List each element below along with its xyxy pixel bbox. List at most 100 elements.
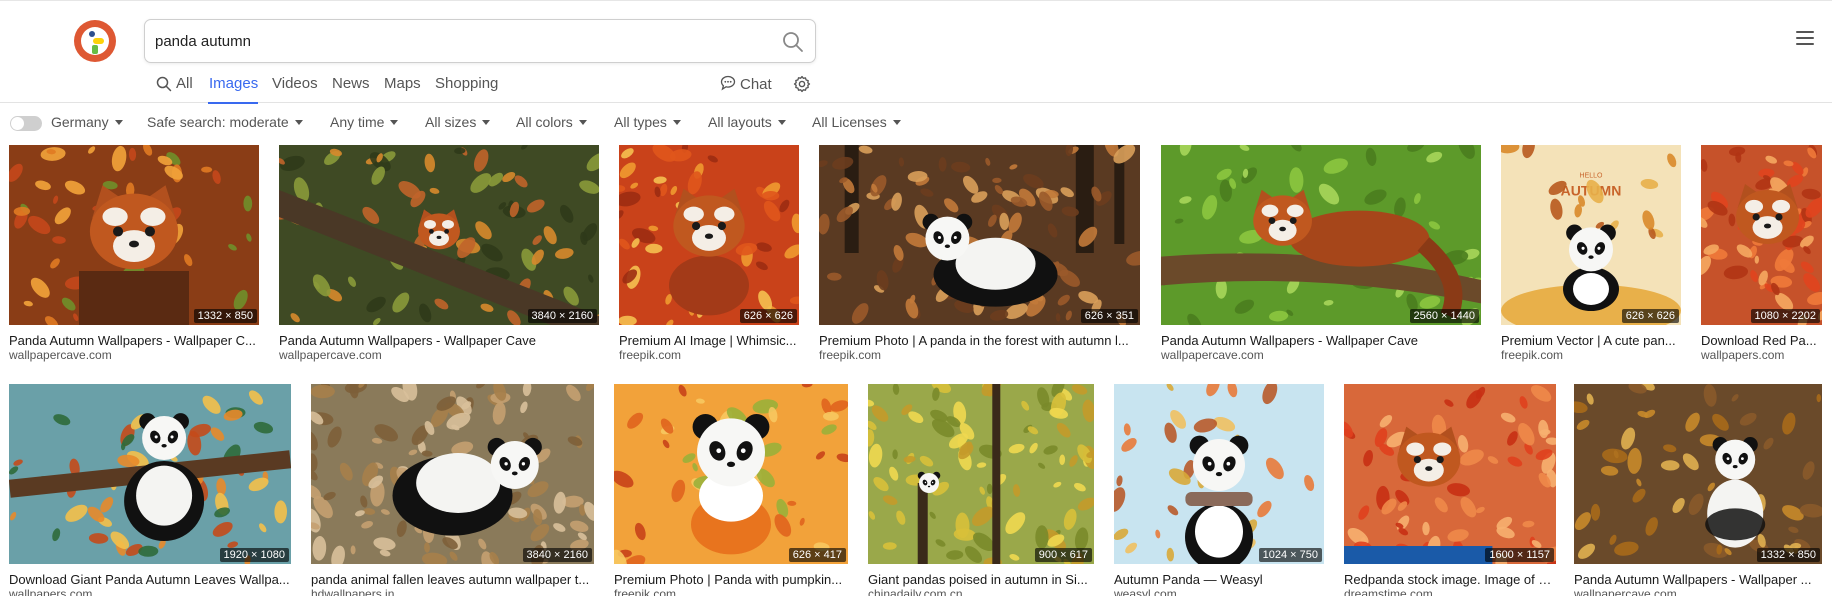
result-source[interactable]: hdwallpapers.in [311, 587, 594, 596]
result-thumbnail[interactable]: 900 × 617 [868, 384, 1094, 564]
result-thumbnail[interactable]: 626 × 417 [614, 384, 848, 564]
result-source[interactable]: freepik.com [819, 348, 1140, 362]
color-filter[interactable]: All colors [516, 114, 587, 130]
active-tab-indicator [208, 102, 258, 104]
result-thumbnail[interactable]: 3840 × 2160 [311, 384, 594, 564]
result-title[interactable]: Panda Autumn Wallpapers - Wallpaper Cave [1161, 333, 1481, 348]
image-dimensions-badge: 3840 × 2160 [527, 309, 597, 323]
duckduckgo-logo[interactable] [74, 20, 116, 62]
result-title[interactable]: Redpanda stock image. Image of a... [1344, 572, 1556, 587]
result-title[interactable]: Premium Vector | A cute pan... [1501, 333, 1681, 348]
safe-search-filter[interactable]: Safe search: moderate [147, 114, 303, 130]
image-dimensions-badge: 3840 × 2160 [522, 548, 592, 562]
result-source[interactable]: wallpapercave.com [9, 348, 259, 362]
safe-search-label: Safe search: moderate [147, 114, 289, 130]
size-filter[interactable]: All sizes [425, 114, 491, 130]
tab-all[interactable]: All [176, 75, 193, 92]
result-thumbnail[interactable]: 1024 × 750 [1114, 384, 1324, 564]
tab-images[interactable]: Images [209, 75, 258, 92]
result-source[interactable]: wallpapercave.com [1574, 587, 1822, 596]
tab-shopping[interactable]: Shopping [435, 75, 498, 92]
chat-bubble-icon [720, 75, 736, 91]
result-title[interactable]: Panda Autumn Wallpapers - Wallpaper ... [1574, 572, 1822, 587]
chevron-down-icon [390, 120, 399, 125]
image-result[interactable]: 3840 × 2160 Panda Autumn Wallpapers - Wa… [279, 145, 599, 365]
region-filter[interactable]: Germany [51, 114, 123, 130]
image-result[interactable]: 626 × 626 Premium AI Image | Whimsic... … [619, 145, 799, 365]
result-title[interactable]: Download Red Pa... [1701, 333, 1822, 348]
result-thumbnail[interactable]: 626 × 626 [619, 145, 799, 325]
chat-link[interactable]: Chat [720, 75, 772, 93]
search-icon[interactable] [781, 30, 805, 54]
filter-bar: Germany Safe search: moderate Any time A… [0, 112, 1832, 134]
result-source[interactable]: wallpapercave.com [279, 348, 599, 362]
result-source[interactable]: dreamstime.com [1344, 587, 1556, 596]
logo-eye [89, 31, 95, 37]
search-input[interactable] [155, 29, 755, 53]
image-result[interactable]: 626 × 417 Premium Photo | Panda with pum… [614, 384, 848, 596]
chevron-down-icon [578, 120, 587, 125]
result-source[interactable]: wallpapers.com [9, 587, 291, 596]
image-result[interactable]: 1080 × 2202 Download Red Pa... wallpaper… [1701, 145, 1822, 365]
result-title[interactable]: panda animal fallen leaves autumn wallpa… [311, 572, 594, 587]
size-filter-label: All sizes [425, 114, 477, 130]
image-dimensions-badge: 626 × 626 [739, 309, 797, 323]
license-filter-label: All Licenses [812, 114, 887, 130]
result-title[interactable]: Autumn Panda — Weasyl [1114, 572, 1324, 587]
chevron-down-icon [892, 120, 901, 125]
image-result[interactable]: 3840 × 2160 panda animal fallen leaves a… [311, 384, 594, 596]
result-title[interactable]: Panda Autumn Wallpapers - Wallpaper C... [9, 333, 259, 348]
chevron-down-icon [482, 120, 491, 125]
image-result[interactable]: 1332 × 850 Panda Autumn Wallpapers - Wal… [1574, 384, 1822, 596]
result-thumbnail[interactable]: 1920 × 1080 [9, 384, 291, 564]
result-title[interactable]: Premium Photo | Panda with pumpkin... [614, 572, 848, 587]
time-filter[interactable]: Any time [330, 114, 399, 130]
result-source[interactable]: freepik.com [614, 587, 848, 596]
logo-beak [93, 38, 104, 44]
result-thumbnail[interactable]: 1332 × 850 [9, 145, 259, 325]
result-thumbnail[interactable]: 1600 × 1157 [1344, 384, 1556, 564]
result-source[interactable]: wallpapercave.com [1161, 348, 1481, 362]
tab-news[interactable]: News [332, 75, 370, 92]
result-thumbnail[interactable]: 2560 × 1440 [1161, 145, 1481, 325]
result-source[interactable]: weasyl.com [1114, 587, 1324, 596]
result-source[interactable]: freepik.com [1501, 348, 1681, 362]
result-thumbnail[interactable]: 626 × 351 [819, 145, 1140, 325]
result-source[interactable]: wallpapers.com [1701, 348, 1822, 362]
gear-icon[interactable] [793, 75, 811, 93]
result-source[interactable]: freepik.com [619, 348, 799, 362]
region-filter-label: Germany [51, 114, 109, 130]
image-result[interactable]: 900 × 617 Giant pandas poised in autumn … [868, 384, 1094, 596]
image-dimensions-badge: 626 × 351 [1080, 309, 1138, 323]
result-title[interactable]: Giant pandas poised in autumn in Si... [868, 572, 1094, 587]
tab-videos[interactable]: Videos [272, 75, 318, 92]
region-toggle[interactable] [10, 116, 42, 131]
image-dimensions-badge: 1600 × 1157 [1485, 548, 1554, 562]
license-filter[interactable]: All Licenses [812, 114, 901, 130]
result-title[interactable]: Download Giant Panda Autumn Leaves Wallp… [9, 572, 291, 587]
result-title[interactable]: Panda Autumn Wallpapers - Wallpaper Cave [279, 333, 599, 348]
chevron-down-icon [777, 120, 786, 125]
image-result[interactable]: 1332 × 850 Panda Autumn Wallpapers - Wal… [9, 145, 259, 365]
result-thumbnail[interactable]: 1080 × 2202 [1701, 145, 1822, 325]
result-thumbnail[interactable]: 3840 × 2160 [279, 145, 599, 325]
type-filter[interactable]: All types [614, 114, 681, 130]
type-filter-label: All types [614, 114, 667, 130]
image-result[interactable]: 1024 × 750 Autumn Panda — Weasyl weasyl.… [1114, 384, 1324, 596]
image-dimensions-badge: 900 × 617 [1034, 548, 1092, 562]
hamburger-menu-icon[interactable] [1796, 31, 1814, 47]
image-result[interactable]: 1920 × 1080 Download Giant Panda Autumn … [9, 384, 291, 596]
tab-maps[interactable]: Maps [384, 75, 421, 92]
layout-filter[interactable]: All layouts [708, 114, 786, 130]
image-result[interactable]: 1600 × 1157 Redpanda stock image. Image … [1344, 384, 1556, 596]
image-result[interactable]: 2560 × 1440 Panda Autumn Wallpapers - Wa… [1161, 145, 1481, 365]
image-result[interactable]: 626 × 351 Premium Photo | A panda in the… [819, 145, 1140, 365]
result-thumbnail[interactable]: HELLOAUTUMN 626 × 626 [1501, 145, 1681, 325]
result-thumbnail[interactable]: 1332 × 850 [1574, 384, 1822, 564]
layout-filter-label: All layouts [708, 114, 772, 130]
image-dimensions-badge: 1024 × 750 [1258, 548, 1322, 562]
image-result[interactable]: HELLOAUTUMN 626 × 626 Premium Vector | A… [1501, 145, 1681, 365]
result-title[interactable]: Premium Photo | A panda in the forest wi… [819, 333, 1140, 348]
result-source[interactable]: chinadaily.com.cn [868, 587, 1094, 596]
result-title[interactable]: Premium AI Image | Whimsic... [619, 333, 799, 348]
